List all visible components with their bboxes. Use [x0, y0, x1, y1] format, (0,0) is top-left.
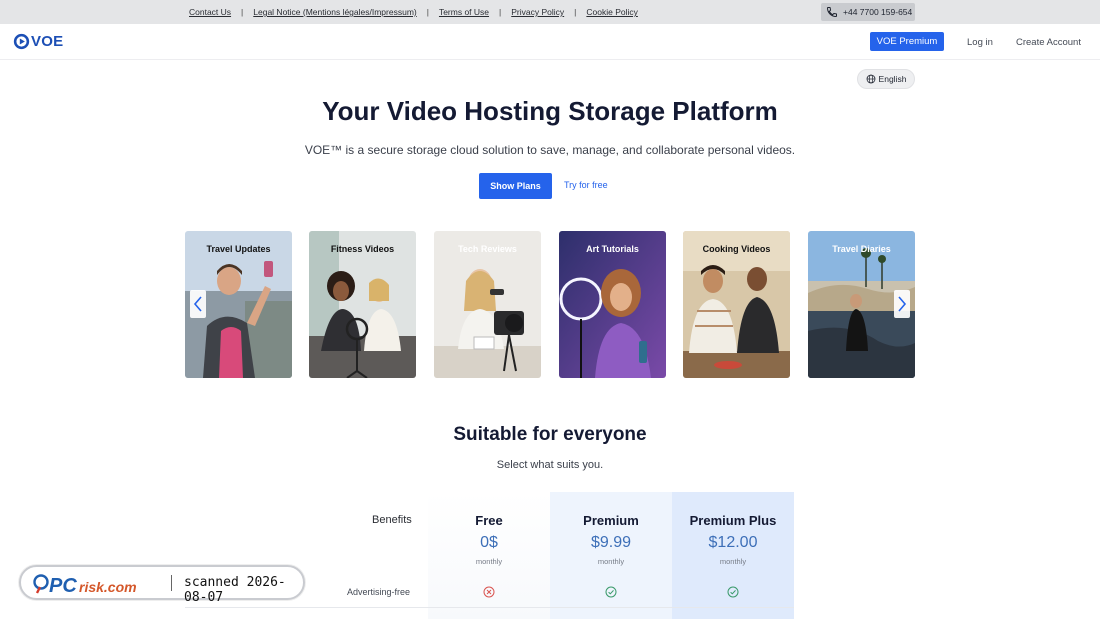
hero-title: Your Video Hosting Storage Platform: [322, 96, 778, 126]
cross-circle-icon: [483, 586, 495, 598]
pricing-title: Suitable for everyone: [453, 424, 647, 445]
try-for-free-link[interactable]: Try for free: [564, 180, 608, 190]
globe-icon: [866, 74, 875, 84]
phone-button[interactable]: +44 7700 159-654: [821, 3, 915, 21]
separator: |: [241, 7, 244, 17]
carousel-card-tech-reviews[interactable]: Tech Reviews: [434, 231, 541, 378]
plan-column-free[interactable]: [428, 492, 550, 619]
terms-of-use-link[interactable]: Terms of Use: [439, 7, 489, 17]
voe-logo[interactable]: VOE: [13, 33, 63, 50]
svg-text:PC: PC: [49, 575, 77, 596]
benefits-label: Benefits: [372, 514, 412, 526]
card-label: Travel Diaries: [832, 244, 891, 254]
pricing-subtitle: Select what suits you.: [496, 459, 604, 471]
plan-column-premium-plus[interactable]: [672, 492, 794, 619]
feature-label-advertising-free: Advertising-free: [347, 587, 411, 597]
plan-period-premium-plus: monthly: [719, 557, 747, 566]
phone-number: +44 7700 159-654: [843, 7, 913, 17]
top-utility-bar: Contact Us | Legal Notice (Mentions léga…: [0, 0, 1100, 24]
carousel-card-art-tutorials[interactable]: Art Tutorials: [559, 231, 666, 378]
voe-premium-button[interactable]: VOE Premium: [870, 32, 944, 51]
svg-text:risk.com: risk.com: [79, 579, 137, 595]
plan-price-premium-plus: $12.00: [708, 534, 758, 551]
badge-divider: [171, 575, 172, 591]
card-label: Travel Updates: [206, 244, 271, 254]
carousel-card-fitness-videos[interactable]: Fitness Videos: [309, 231, 416, 378]
phone-icon: [826, 7, 837, 18]
plan-column-premium[interactable]: [550, 492, 672, 619]
create-account-link[interactable]: Create Account: [1016, 37, 1081, 48]
carousel-card-cooking-videos[interactable]: Cooking Videos: [683, 231, 790, 378]
pcrisk-logo-icon: PC risk.com: [33, 574, 137, 596]
legal-links: Contact Us | Legal Notice (Mentions léga…: [189, 0, 638, 24]
language-label: English: [878, 74, 907, 84]
language-selector[interactable]: English: [857, 69, 915, 89]
chevron-right-icon: [898, 296, 907, 312]
plan-period-premium: monthly: [597, 557, 625, 566]
separator: |: [426, 7, 429, 17]
main-header: VOE VOE Premium Log in Create Account: [0, 24, 1100, 60]
card-label: Tech Reviews: [458, 244, 517, 254]
privacy-policy-link[interactable]: Privacy Policy: [511, 7, 564, 17]
pcrisk-watermark-badge: PC risk.com scanned 2026-08-07: [19, 565, 305, 605]
plan-price-premium: $9.99: [590, 534, 632, 551]
log-in-link[interactable]: Log in: [967, 37, 993, 48]
check-circle-icon: [605, 586, 617, 598]
card-label: Art Tutorials: [586, 244, 639, 254]
feature-row-divider: [185, 607, 794, 608]
cookie-policy-link[interactable]: Cookie Policy: [586, 7, 638, 17]
chevron-left-icon: [193, 296, 202, 312]
logo-text: VOE: [31, 33, 64, 50]
card-label: Cooking Videos: [702, 244, 771, 254]
show-plans-button[interactable]: Show Plans: [479, 173, 552, 199]
contact-us-link[interactable]: Contact Us: [189, 7, 231, 17]
check-circle-icon: [727, 586, 739, 598]
hero-subtitle: VOE™ is a secure storage cloud solution …: [304, 143, 796, 157]
card-label: Fitness Videos: [330, 244, 395, 254]
separator: |: [574, 7, 577, 17]
carousel-next-button[interactable]: [894, 290, 910, 318]
plan-price-free: 0$: [480, 534, 498, 551]
legal-notice-link[interactable]: Legal Notice (Mentions légales/Impressum…: [253, 7, 416, 17]
carousel-prev-button[interactable]: [190, 290, 206, 318]
plan-name-premium-plus: Premium Plus: [689, 513, 777, 528]
separator: |: [499, 7, 502, 17]
plan-name-premium: Premium: [583, 513, 639, 528]
play-logo-icon: [13, 33, 30, 50]
plan-period-free: monthly: [475, 557, 503, 566]
plan-name-free: Free: [475, 513, 503, 528]
scan-date-text: scanned 2026-08-07: [184, 575, 286, 605]
